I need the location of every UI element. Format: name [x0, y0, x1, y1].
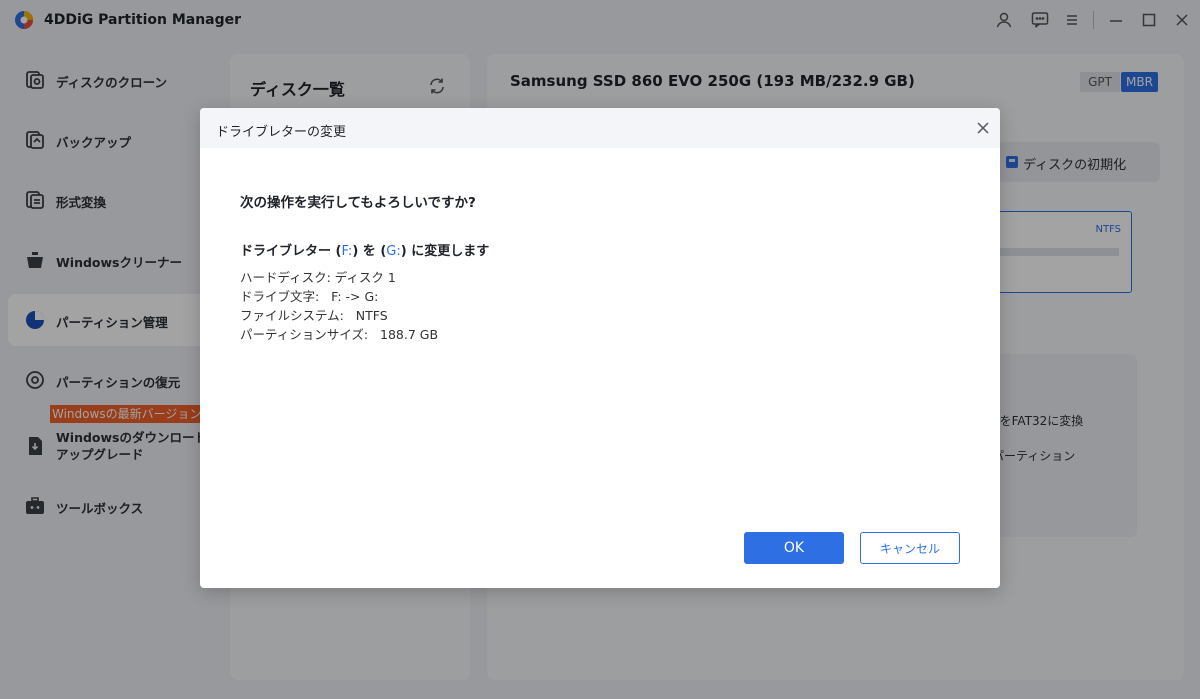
ok-button[interactable]: OK — [744, 532, 844, 564]
change-middle: ) を ( — [352, 244, 387, 259]
dialog-title: ドライブレターの変更 — [216, 125, 347, 140]
cancel-button[interactable]: キャンセル — [860, 532, 960, 564]
dialog-header: ドライブレターの変更 — [200, 108, 1000, 148]
info-hard-disk: ハードディスク: ディスク 1 — [240, 270, 396, 285]
close-icon[interactable] — [975, 120, 991, 136]
to-drive-letter: G: — [386, 244, 401, 259]
from-drive-letter: F: — [341, 244, 353, 259]
change-suffix: ) に変更します — [400, 244, 490, 259]
info-drive-letter: ドライブ文字: F: -> G: — [240, 289, 379, 304]
info-file-system: ファイルシステム: NTFS — [240, 308, 388, 323]
change-drive-letter-dialog: ドライブレターの変更 次の操作を実行してもよろしいですか? ドライブレター (F… — [200, 108, 1000, 588]
confirm-question: 次の操作を実行してもよろしいですか? — [240, 195, 476, 211]
info-partition-size: パーティションサイズ: 188.7 GB — [240, 327, 439, 342]
change-summary: ドライブレター (F:) を (G:) に変更します — [240, 240, 489, 259]
change-prefix: ドライブレター ( — [240, 244, 342, 259]
